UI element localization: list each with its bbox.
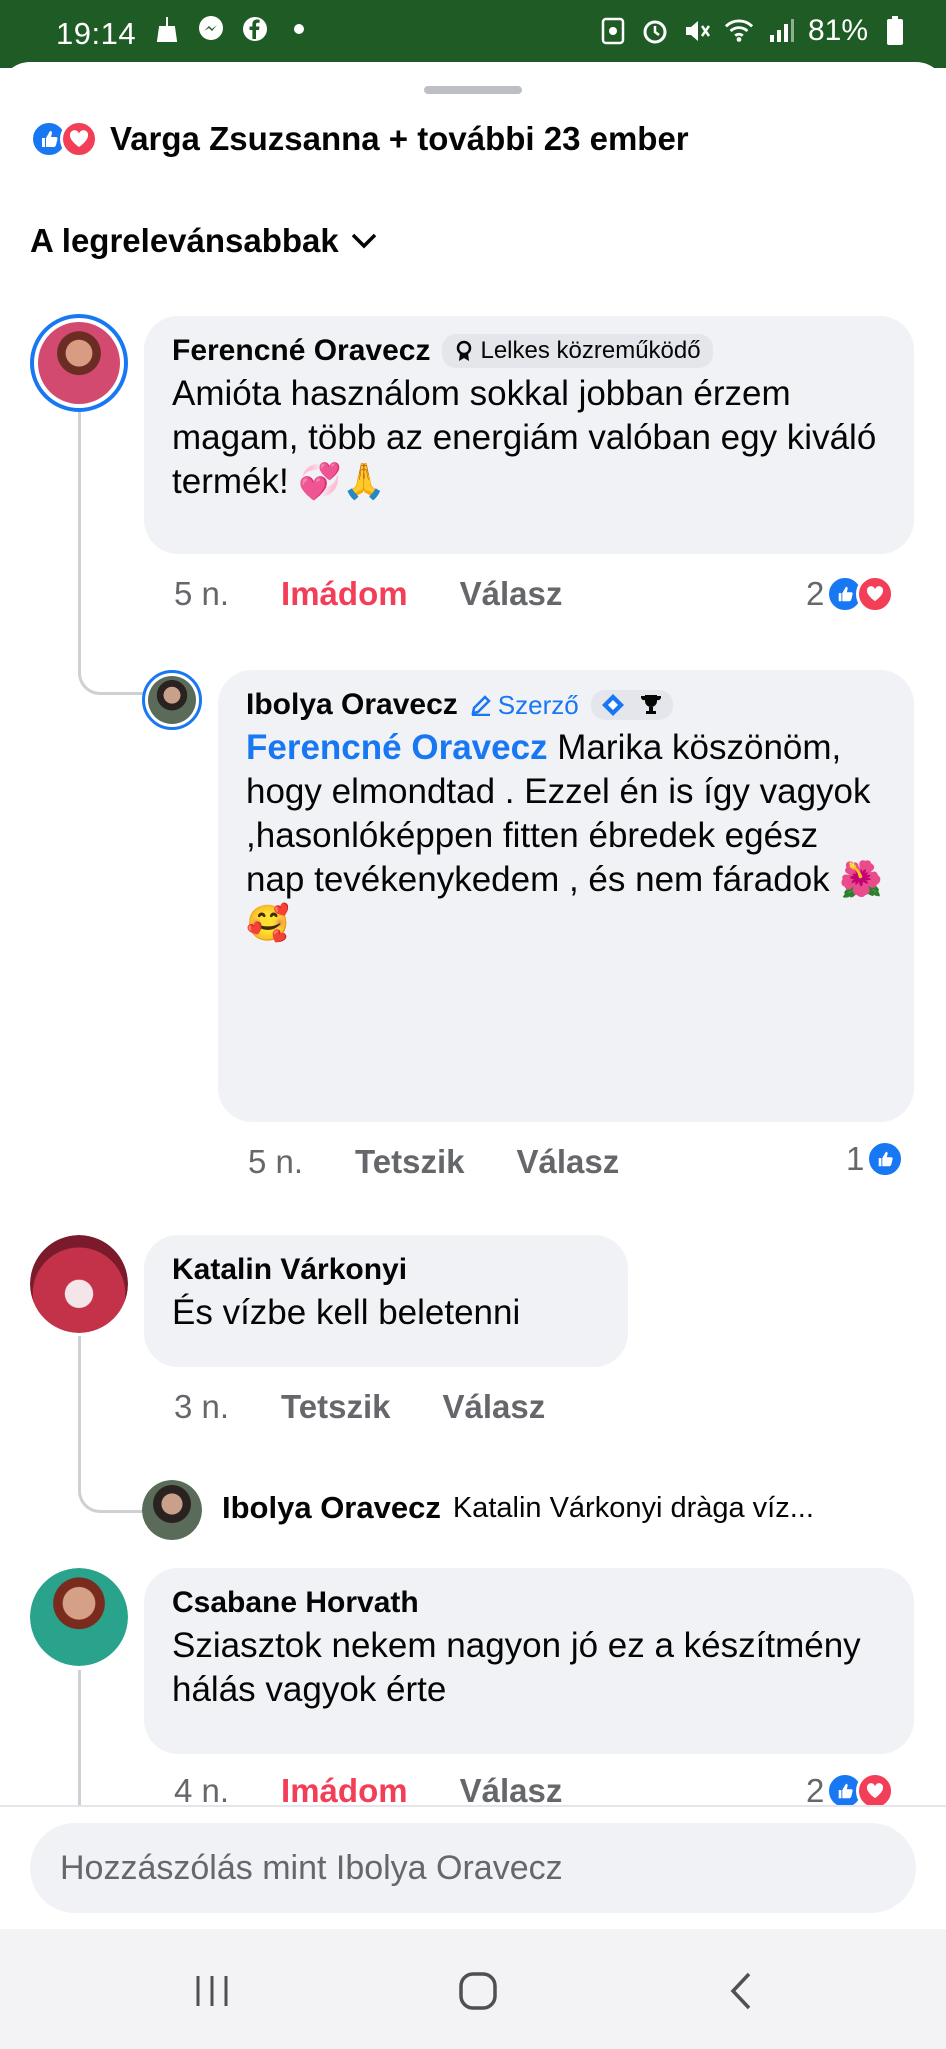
comment-time[interactable]: 3 n.	[174, 1388, 229, 1426]
signal-icon	[766, 16, 796, 46]
comment-input-placeholder: Hozzászólás mint Ibolya Oravecz	[60, 1848, 563, 1887]
status-bar: 19:14 81%	[0, 0, 946, 68]
thread-line	[78, 1670, 81, 1806]
thread-line	[78, 412, 145, 695]
like-button[interactable]: Tetszik	[281, 1388, 390, 1426]
comment-text: Sziasztok nekem nagyon jó ez a készítmén…	[172, 1626, 861, 1709]
trophy-icon	[640, 695, 661, 714]
reaction-count-value: 1	[846, 1140, 865, 1177]
messenger-icon	[196, 14, 226, 44]
reply-bubble[interactable]: Ibolya Oravecz Szerző Ferencné Oravecz M…	[218, 670, 914, 1122]
diamond-icon	[601, 694, 624, 716]
home-icon[interactable]	[448, 1961, 508, 2021]
reaction-count[interactable]: 2	[806, 575, 895, 613]
reactors-text: Varga Zsuzsanna + további 23 ember	[110, 120, 689, 157]
back-icon[interactable]	[712, 1961, 772, 2021]
mention-link[interactable]: Ferencné Oravecz	[246, 728, 548, 767]
avatar[interactable]	[30, 1568, 128, 1666]
sort-label: A legrelevánsabbak	[30, 222, 339, 259]
reply-time[interactable]: 5 n.	[248, 1143, 303, 1181]
thread-line	[78, 1336, 143, 1513]
comment-time[interactable]: 5 n.	[174, 575, 229, 613]
facebook-icon	[240, 14, 270, 44]
nfc-icon	[598, 16, 628, 46]
reply-actions: 5 n. Tetszik Válasz	[248, 1143, 671, 1181]
comment-author[interactable]: Katalin Várkonyi	[172, 1253, 407, 1287]
avatar[interactable]	[30, 1235, 128, 1333]
battery-icon	[880, 16, 910, 46]
reply-button[interactable]: Válasz	[460, 575, 563, 613]
reaction-count[interactable]: 1	[846, 1140, 905, 1178]
composer-bar: Hozzászólás mint Ibolya Oravecz	[0, 1805, 946, 1931]
mute-icon	[682, 16, 712, 46]
reply-button[interactable]: Válasz	[442, 1388, 545, 1426]
reply-button[interactable]: Válasz	[516, 1143, 619, 1181]
collapsed-reply[interactable]: Ibolya Oravecz Katalin Várkonyi dràga ví…	[222, 1490, 814, 1526]
comment-text: Amióta használom sokkal jobban érzem mag…	[172, 374, 877, 501]
comment-author[interactable]: Csabane Horvath	[172, 1586, 419, 1620]
comment-author[interactable]: Ferencné Oravecz	[172, 334, 430, 368]
author-badge[interactable]: Szerző	[470, 690, 579, 721]
top-fan-badge[interactable]: Lelkes közreműködő	[442, 334, 713, 368]
status-time: 19:14	[56, 16, 137, 51]
comment-bubble[interactable]: Katalin Várkonyi És vízbe kell beletenni	[144, 1235, 628, 1367]
collapsed-reply-preview: Katalin Várkonyi dràga víz...	[452, 1491, 814, 1524]
comment-text: És vízbe kell beletenni	[172, 1293, 521, 1332]
reply-author[interactable]: Ibolya Oravecz	[246, 688, 458, 722]
system-nav-bar	[0, 1929, 946, 2049]
like-icon	[866, 1140, 905, 1178]
avatar[interactable]	[142, 670, 202, 730]
dot-icon	[284, 14, 314, 44]
collapsed-reply-author: Ibolya Oravecz	[222, 1490, 441, 1525]
broom-icon	[152, 14, 182, 44]
badge-icon	[457, 340, 472, 361]
reaction-count-value: 2	[806, 575, 825, 612]
comment-input[interactable]: Hozzászólás mint Ibolya Oravecz	[30, 1823, 916, 1913]
comment-actions: 5 n. Imádom Válasz	[174, 575, 614, 613]
sort-dropdown[interactable]: A legrelevánsabbak	[30, 222, 379, 260]
alarm-icon	[640, 16, 670, 46]
love-icon	[60, 120, 98, 158]
badges-group[interactable]	[590, 690, 673, 720]
pencil-icon	[471, 695, 491, 716]
like-button[interactable]: Tetszik	[355, 1143, 464, 1181]
wifi-icon	[724, 16, 754, 46]
comment-bubble[interactable]: Ferencné Oravecz Lelkes közreműködő Amió…	[144, 316, 914, 554]
react-button[interactable]: Imádom	[281, 575, 408, 613]
chevron-down-icon	[351, 233, 377, 249]
comment-bubble[interactable]: Csabane Horvath Sziasztok nekem nagyon j…	[144, 1568, 914, 1754]
sheet-drag-handle[interactable]	[424, 86, 522, 94]
avatar[interactable]	[142, 1480, 202, 1540]
recents-icon[interactable]	[182, 1961, 242, 2021]
comment-actions: 3 n. Tetszik Válasz	[174, 1388, 597, 1426]
avatar[interactable]	[30, 314, 128, 412]
reply-text: Ferencné Oravecz Marika köszönöm, hogy e…	[246, 726, 886, 946]
author-badge-label: Szerző	[497, 689, 579, 720]
battery-percent: 81%	[807, 14, 868, 47]
badge-label: Lelkes közreműködő	[480, 337, 701, 364]
reactors-row[interactable]: Varga Zsuzsanna + további 23 ember	[30, 120, 689, 158]
love-icon	[856, 575, 895, 613]
